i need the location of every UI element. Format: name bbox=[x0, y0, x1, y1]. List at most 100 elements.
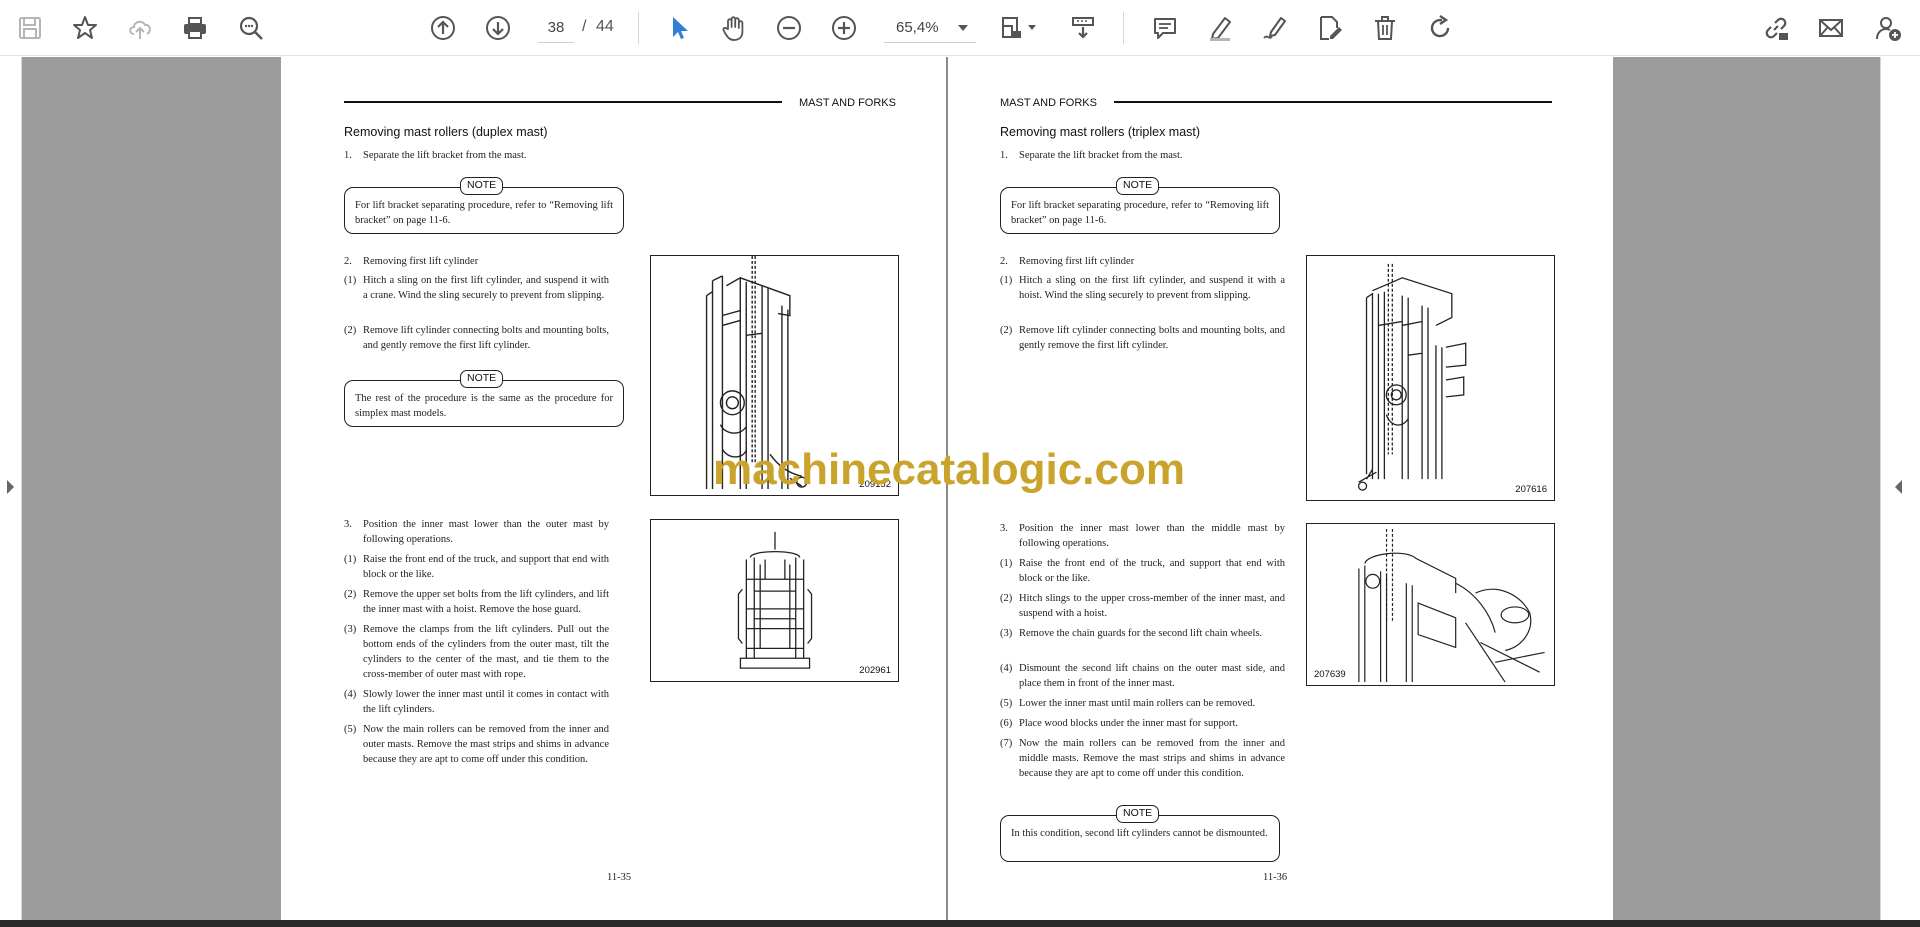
step-3-4: (4) Slowly lower the inner mast until it … bbox=[344, 689, 609, 715]
step-3-1: (1) Raise the front end of the truck, and… bbox=[344, 554, 609, 580]
figure-id: 207639 bbox=[1314, 669, 1346, 680]
page-down-icon bbox=[486, 16, 510, 40]
toolbar: / 44 65,4% bbox=[0, 0, 1920, 56]
save-icon bbox=[19, 17, 41, 39]
step-3-2: (2) Remove the upper set bolts from the l… bbox=[344, 589, 609, 615]
select-tool-button[interactable] bbox=[659, 8, 699, 48]
note-text: The rest of the procedure is the same as… bbox=[355, 393, 613, 419]
step-3-5: (5) Now the main rollers can be removed f… bbox=[344, 724, 609, 765]
zoom-out-button[interactable] bbox=[769, 8, 809, 48]
page-total: 44 bbox=[596, 18, 614, 35]
expand-right-icon bbox=[7, 480, 14, 494]
toolbar-divider bbox=[1123, 12, 1124, 44]
print-button[interactable] bbox=[175, 8, 215, 48]
cloud-upload-icon bbox=[129, 20, 151, 39]
step-3: 3. Position the inner mast lower than the… bbox=[344, 519, 609, 545]
step-2: 2. Removing first lift cylinder bbox=[344, 256, 479, 267]
page-number: 11-36 bbox=[1263, 872, 1288, 883]
figure-id: 207616 bbox=[1515, 484, 1547, 495]
step-3-3: (3) Remove the clamps from the lift cylin… bbox=[344, 624, 609, 680]
zoom-search-icon bbox=[239, 16, 263, 40]
note-label: NOTE bbox=[1116, 805, 1160, 823]
figure-id: 202961 bbox=[859, 665, 891, 676]
page-header: MAST AND FORKS bbox=[799, 97, 896, 109]
delete-button[interactable] bbox=[1365, 8, 1405, 48]
delete-icon bbox=[1375, 16, 1395, 40]
note-text: For lift bracket separating procedure, r… bbox=[355, 200, 613, 226]
step-2-2: (2) Remove lift cylinder connecting bolts… bbox=[344, 325, 609, 351]
note-box: NOTE In this condition, second lift cyli… bbox=[1000, 805, 1280, 862]
next-page-button[interactable] bbox=[478, 8, 518, 48]
triplex-cylinder-illustration bbox=[1357, 263, 1467, 491]
draw-pen-icon bbox=[1263, 17, 1286, 39]
zoom-in-icon bbox=[832, 16, 856, 40]
step-2-1: (1) Hitch a sling on the first lift cylin… bbox=[344, 275, 609, 301]
upload-button[interactable] bbox=[120, 8, 160, 48]
expand-left-icon bbox=[1895, 480, 1902, 494]
document-viewer[interactable]: MAST AND FORKS Removing mast rollers (du… bbox=[0, 57, 1920, 920]
note-label: NOTE bbox=[1116, 177, 1160, 195]
previous-page-button[interactable] bbox=[423, 8, 463, 48]
zoom-in-button[interactable] bbox=[824, 8, 864, 48]
page-up-icon bbox=[431, 16, 455, 40]
page-header: MAST AND FORKS bbox=[1000, 97, 1097, 109]
mast-front-illustration bbox=[737, 531, 813, 669]
step-3-4: (4) Dismount the second lift chains on th… bbox=[1000, 663, 1285, 689]
watermark-text: machinecatalogic.com bbox=[713, 445, 1185, 494]
toolbar-divider bbox=[638, 12, 639, 44]
zoom-value: 65,4% bbox=[896, 19, 939, 36]
figure-triplex-cylinder: 207616 bbox=[1306, 255, 1555, 501]
bottom-strip bbox=[0, 920, 1920, 927]
email-icon bbox=[1819, 19, 1843, 37]
page-number: 11-35 bbox=[607, 872, 632, 883]
highlight-pen-icon bbox=[1210, 17, 1231, 41]
section-title: Removing mast rollers (duplex mast) bbox=[344, 125, 548, 139]
note-text: For lift bracket separating procedure, r… bbox=[1011, 200, 1269, 226]
step-3-2: (2) Hitch slings to the upper cross-membe… bbox=[1000, 593, 1285, 619]
hand-pan-icon bbox=[722, 16, 744, 41]
find-button[interactable] bbox=[231, 8, 271, 48]
comment-button[interactable] bbox=[1145, 8, 1185, 48]
left-panel-toggle[interactable] bbox=[0, 57, 22, 920]
note-text: In this condition, second lift cylinders… bbox=[1011, 828, 1268, 839]
step-3-3: (3) Remove the chain guards for the secon… bbox=[1000, 628, 1263, 639]
email-button[interactable] bbox=[1811, 8, 1851, 48]
zoom-select[interactable]: 65,4% bbox=[884, 13, 976, 43]
zoom-out-icon bbox=[777, 16, 801, 40]
page-fit-button[interactable] bbox=[992, 8, 1036, 48]
share-link-button[interactable] bbox=[1756, 8, 1796, 48]
step-2-1: (1) Hitch a sling on the first lift cylin… bbox=[1000, 275, 1285, 301]
edit-document-button[interactable] bbox=[1310, 8, 1350, 48]
rotate-button[interactable] bbox=[1420, 8, 1460, 48]
step-3-6: (6) Place wood blocks under the inner mas… bbox=[1000, 718, 1238, 729]
step-2: 2. Removing first lift cylinder bbox=[1000, 256, 1135, 267]
note-box: NOTE For lift bracket separating procedu… bbox=[344, 177, 624, 234]
scroll-mode-button[interactable] bbox=[1063, 8, 1103, 48]
bookmark-button[interactable] bbox=[65, 8, 105, 48]
page-number-input[interactable] bbox=[538, 13, 574, 43]
edit-document-icon bbox=[1320, 16, 1342, 40]
figure-duplex-mast-front: 202961 bbox=[650, 519, 899, 682]
figure-triplex-lowering: 207639 bbox=[1306, 523, 1555, 686]
pdf-viewer-app: / 44 65,4% bbox=[0, 0, 1920, 927]
step-3-5: (5) Lower the inner mast until main rolle… bbox=[1000, 698, 1256, 709]
page-fit-icon bbox=[1002, 17, 1021, 38]
note-box: NOTE The rest of the procedure is the sa… bbox=[344, 370, 624, 427]
step-3: 3. Position the inner mast lower than the… bbox=[1000, 523, 1285, 549]
comment-icon bbox=[1154, 18, 1176, 39]
step-1: 1. Separate the lift bracket from the mas… bbox=[344, 150, 527, 161]
draw-button[interactable] bbox=[1255, 8, 1295, 48]
step-3-1: (1) Raise the front end of the truck, and… bbox=[1000, 558, 1285, 584]
add-user-button[interactable] bbox=[1868, 8, 1908, 48]
highlight-button[interactable] bbox=[1200, 8, 1240, 48]
page-separator: / bbox=[582, 18, 587, 35]
add-user-icon bbox=[1876, 17, 1901, 41]
print-icon bbox=[184, 17, 206, 39]
header-rule bbox=[1114, 101, 1552, 103]
scroll-mode-icon bbox=[1072, 17, 1094, 39]
hand-tool-button[interactable] bbox=[714, 8, 754, 48]
save-button[interactable] bbox=[10, 8, 50, 48]
right-panel-toggle[interactable] bbox=[1880, 57, 1920, 920]
share-link-icon bbox=[1765, 17, 1788, 40]
triplex-lowering-illustration bbox=[1358, 528, 1545, 683]
